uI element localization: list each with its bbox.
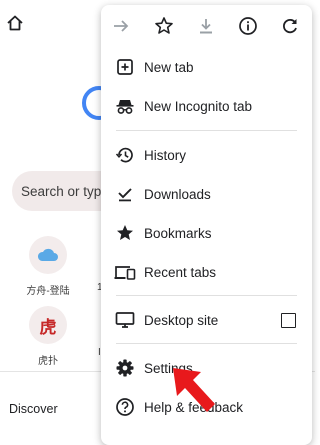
annotation-arrow bbox=[171, 366, 217, 423]
hupu-logo: 虎 bbox=[29, 306, 67, 344]
shortcut-tile[interactable]: 虎 虎扑 bbox=[18, 306, 78, 367]
shortcut-label: 方舟-登陆 bbox=[26, 286, 70, 297]
menu-item-desktop-site[interactable]: Desktop site bbox=[101, 302, 312, 338]
menu-item-label: New Incognito tab bbox=[144, 98, 253, 114]
menu-item-history[interactable]: History bbox=[101, 137, 312, 173]
home-icon[interactable] bbox=[6, 14, 24, 32]
menu-item-label: Downloads bbox=[144, 186, 211, 202]
menu-item-new-incognito-tab[interactable]: New Incognito tab bbox=[101, 88, 312, 124]
shortcut-label: 虎扑 bbox=[38, 356, 58, 367]
star-icon bbox=[114, 222, 136, 244]
help-icon bbox=[114, 396, 136, 418]
forward-icon[interactable] bbox=[110, 15, 132, 37]
download-icon[interactable] bbox=[195, 15, 217, 37]
menu-divider bbox=[116, 295, 297, 296]
bookmark-star-icon[interactable] bbox=[153, 15, 175, 37]
menu-divider bbox=[116, 343, 297, 344]
desktop-site-checkbox[interactable] bbox=[281, 312, 296, 328]
menu-item-bookmarks[interactable]: Bookmarks bbox=[101, 215, 312, 251]
new-tab-icon bbox=[114, 56, 136, 78]
menu-item-new-tab[interactable]: New tab bbox=[101, 49, 312, 85]
menu-item-label: Desktop site bbox=[144, 312, 219, 328]
menu-item-label: New tab bbox=[144, 59, 194, 75]
recent-tabs-icon bbox=[114, 261, 136, 283]
menu-item-label: Bookmarks bbox=[144, 225, 212, 241]
cloud-icon bbox=[29, 236, 67, 274]
desktop-icon bbox=[114, 309, 136, 331]
info-icon[interactable] bbox=[237, 15, 259, 37]
history-icon bbox=[114, 144, 136, 166]
menu-item-downloads[interactable]: Downloads bbox=[101, 176, 312, 212]
menu-item-label: Recent tabs bbox=[144, 264, 217, 280]
search-placeholder: Search or type bbox=[21, 183, 109, 199]
incognito-icon bbox=[114, 95, 136, 117]
menu-toolbar bbox=[101, 5, 312, 47]
settings-icon bbox=[114, 357, 136, 379]
refresh-icon[interactable] bbox=[279, 15, 301, 37]
shortcut-tile[interactable]: 方舟-登陆 bbox=[18, 236, 78, 297]
menu-divider bbox=[116, 130, 297, 131]
discover-label: Discover bbox=[9, 402, 58, 416]
downloads-icon bbox=[114, 183, 136, 205]
menu-item-recent-tabs[interactable]: Recent tabs bbox=[101, 254, 312, 290]
menu-item-label: History bbox=[144, 147, 187, 163]
